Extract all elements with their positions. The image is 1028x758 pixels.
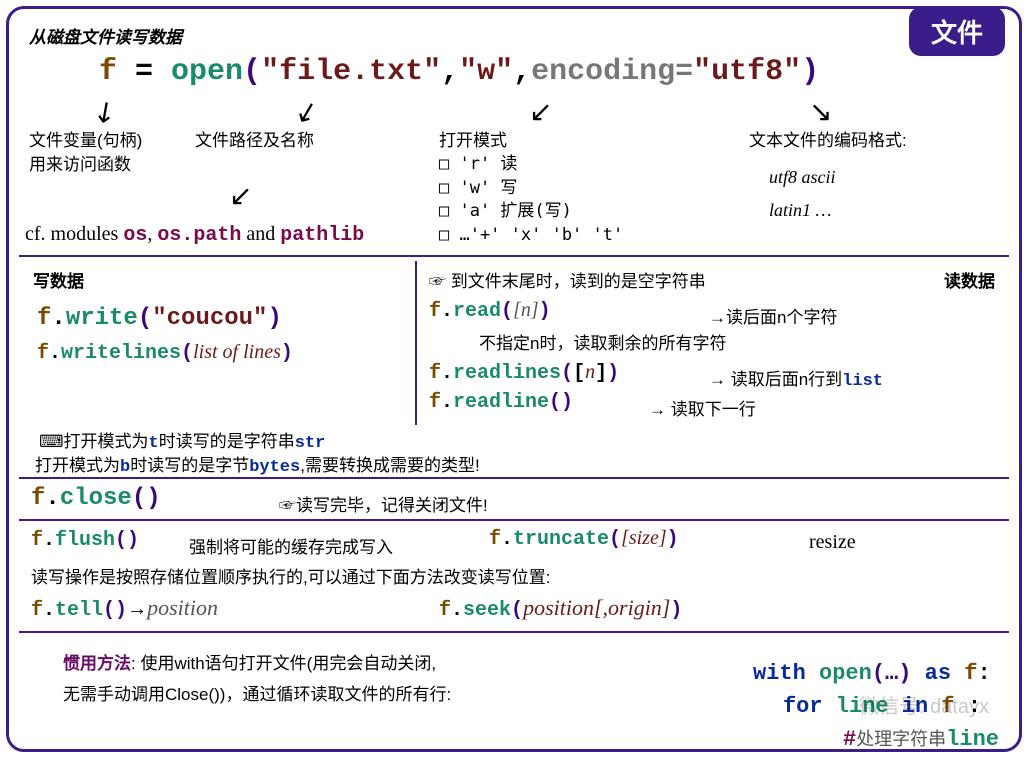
readlines-desc: → 读取后面n行到list bbox=[709, 365, 883, 391]
var-f: f bbox=[99, 55, 117, 89]
cheatsheet-card: 文件 从磁盘文件读写数据 f = open("file.txt","w",enc… bbox=[6, 6, 1022, 752]
anno-encoding: 文本文件的编码格式: utf8 ascii latin1 … bbox=[749, 129, 907, 223]
arrow-icon: ↙ bbox=[529, 95, 552, 129]
read-n-desc2: 不指定n时，读取剩余的所有字符 bbox=[479, 329, 726, 354]
arg-encoding: "utf8" bbox=[693, 55, 801, 89]
close-example: f.close() bbox=[31, 485, 161, 512]
divider bbox=[19, 519, 1009, 521]
divider bbox=[19, 255, 1009, 257]
eof-note: ☞ 到文件末尾时，读到的是空字符串 bbox=[429, 267, 706, 292]
mode-t-note: ⌨打开模式为t时读写的是字符串str bbox=[39, 427, 325, 453]
readline-example: f.readline() bbox=[429, 391, 573, 414]
read-example: f.read([n]) bbox=[429, 299, 551, 323]
seek-note: 读写操作是按照存储位置顺序执行的,可以通过下面方法改变读写位置: bbox=[31, 563, 550, 588]
modules-line: cf. modules os, os.path and pathlib bbox=[25, 223, 364, 247]
truncate-example: f.truncate([size]) bbox=[489, 527, 679, 551]
kw-encoding: encoding= bbox=[531, 55, 693, 89]
readlines-example: f.readlines([n]) bbox=[429, 361, 619, 385]
vertical-divider bbox=[415, 261, 417, 425]
header-note: 从磁盘文件读写数据 bbox=[29, 23, 182, 48]
divider bbox=[19, 477, 1009, 479]
arrow-icon: ↘ bbox=[809, 95, 832, 129]
truncate-desc: resize bbox=[809, 531, 856, 554]
tell-example: f.tell()→position bbox=[31, 595, 218, 622]
flush-example: f.flush() bbox=[31, 529, 139, 552]
anno-mode: 打开模式 □ 'r' 读 □ 'w' 写 □ 'a' 扩展(写) □ …'+' … bbox=[439, 129, 623, 248]
open-code-line: f = open("file.txt","w",encoding="utf8") bbox=[99, 55, 819, 89]
arrow-icon: ↙ bbox=[229, 179, 252, 213]
anno-path: 文件路径及名称 bbox=[195, 129, 314, 153]
read-title: 读数据 bbox=[944, 267, 995, 292]
mode-b-note: 打开模式为b时读写的是字节bytes,需要转换成需要的类型! bbox=[35, 451, 480, 477]
watermark: 微信号: datayx bbox=[859, 690, 989, 719]
readline-desc: → 读取下一行 bbox=[649, 395, 756, 420]
write-example: f.write("coucou") bbox=[37, 305, 282, 332]
arg-mode: "w" bbox=[459, 55, 513, 89]
idiom-text: 惯用方法: 使用with语句打开文件(用完会自动关闭, 无需手动调用Close(… bbox=[63, 649, 451, 710]
write-title: 写数据 bbox=[33, 267, 84, 292]
file-badge: 文件 bbox=[909, 7, 1005, 56]
writelines-example: f.writelines(list of lines) bbox=[37, 341, 293, 365]
close-note: ☞读写完毕，记得关闭文件! bbox=[279, 491, 488, 516]
fn-open: open bbox=[171, 55, 243, 89]
flush-desc: 强制将可能的缓存完成写入 bbox=[189, 533, 393, 558]
read-n-desc: →读后面n个字符 bbox=[709, 303, 837, 328]
anno-handle: 文件变量(句柄) 用来访问函数 bbox=[29, 129, 142, 177]
divider bbox=[19, 631, 1009, 633]
arg-filename: "file.txt" bbox=[261, 55, 441, 89]
arrow-icon: ↙ bbox=[291, 93, 322, 132]
seek-example: f.seek(position[,origin]) bbox=[439, 595, 682, 622]
arrow-icon: ↙ bbox=[85, 91, 124, 132]
